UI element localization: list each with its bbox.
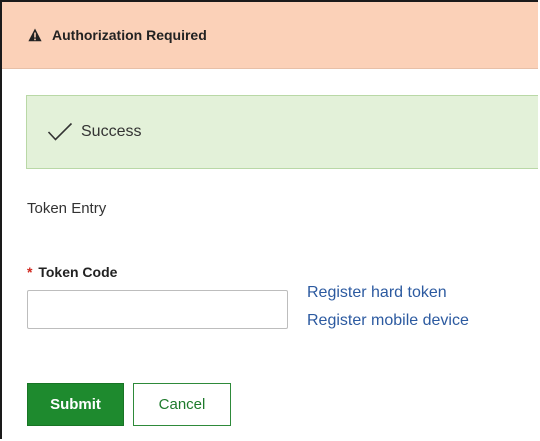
submit-button[interactable]: Submit <box>27 383 124 426</box>
success-message: Success <box>81 123 142 140</box>
register-hard-token-link[interactable]: Register hard token <box>307 284 447 302</box>
success-alert: Success <box>26 95 538 169</box>
header-title: Authorization Required <box>52 27 207 43</box>
auth-header: Authorization Required <box>2 2 538 69</box>
auth-panel: Authorization Required Success Token Ent… <box>0 0 538 439</box>
cancel-button[interactable]: Cancel <box>133 383 231 426</box>
register-mobile-device-link[interactable]: Register mobile device <box>307 312 469 330</box>
token-code-input[interactable] <box>27 290 288 329</box>
required-marker: * <box>27 264 33 280</box>
section-title: Token Entry <box>27 200 107 217</box>
token-code-label: * Token Code <box>27 264 117 280</box>
token-code-label-text: Token Code <box>38 264 118 280</box>
warning-icon <box>28 28 42 42</box>
checkmark-icon <box>47 122 73 142</box>
